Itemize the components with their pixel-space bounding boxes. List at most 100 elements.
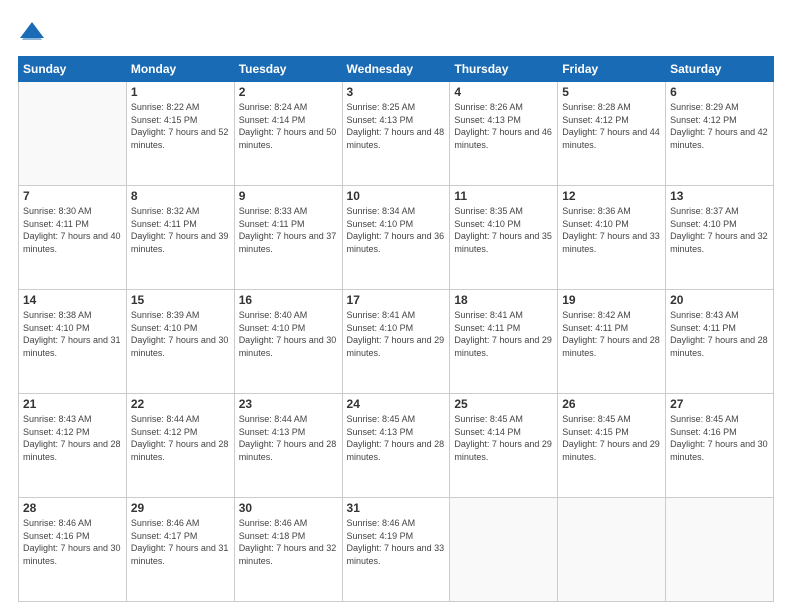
sunrise-text: Sunrise: 8:37 AM <box>670 205 769 218</box>
daylight-text: Daylight: 7 hours and 52 minutes. <box>131 126 230 151</box>
sunset-text: Sunset: 4:10 PM <box>131 322 230 335</box>
sunset-text: Sunset: 4:12 PM <box>23 426 122 439</box>
day-info: Sunrise: 8:34 AMSunset: 4:10 PMDaylight:… <box>347 205 446 255</box>
sunset-text: Sunset: 4:11 PM <box>239 218 338 231</box>
calendar-cell: 17Sunrise: 8:41 AMSunset: 4:10 PMDayligh… <box>342 290 450 394</box>
daylight-text: Daylight: 7 hours and 30 minutes. <box>23 542 122 567</box>
week-row-1: 7Sunrise: 8:30 AMSunset: 4:11 PMDaylight… <box>19 186 774 290</box>
sunset-text: Sunset: 4:13 PM <box>347 426 446 439</box>
day-info: Sunrise: 8:41 AMSunset: 4:11 PMDaylight:… <box>454 309 553 359</box>
day-number: 16 <box>239 293 338 307</box>
sunrise-text: Sunrise: 8:35 AM <box>454 205 553 218</box>
calendar-cell: 4 Sunrise: 8:26 AMSunset: 4:13 PMDaylight… <box>450 82 558 186</box>
day-number: 3 <box>347 85 446 99</box>
day-number: 29 <box>131 501 230 515</box>
calendar-cell <box>19 82 127 186</box>
calendar-cell: 23Sunrise: 8:44 AMSunset: 4:13 PMDayligh… <box>234 394 342 498</box>
daylight-text: Daylight: 7 hours and 28 minutes. <box>562 334 661 359</box>
calendar-cell: 30 Sunrise: 8:46 AMSunset: 4:18 PMDayligh… <box>234 498 342 602</box>
daylight-text: Daylight: 7 hours and 46 minutes. <box>454 126 553 151</box>
sunset-text: Sunset: 4:12 PM <box>131 426 230 439</box>
calendar-cell: 13 Sunrise: 8:37 AMSunset: 4:10 PMDayligh… <box>666 186 774 290</box>
calendar-cell: 27Sunrise: 8:45 AMSunset: 4:16 PMDayligh… <box>666 394 774 498</box>
sunset-text: Sunset: 4:10 PM <box>347 218 446 231</box>
day-info: Sunrise: 8:44 AMSunset: 4:13 PMDaylight:… <box>239 413 338 463</box>
day-number: 8 <box>131 189 230 203</box>
day-number: 19 <box>562 293 661 307</box>
day-number: 13 <box>670 189 769 203</box>
calendar-cell: 5Sunrise: 8:28 AMSunset: 4:12 PMDaylight… <box>558 82 666 186</box>
day-info: Sunrise: 8:30 AMSunset: 4:11 PMDaylight:… <box>23 205 122 255</box>
day-number: 31 <box>347 501 446 515</box>
day-number: 5 <box>562 85 661 99</box>
day-info: Sunrise: 8:22 AMSunset: 4:15 PMDaylight:… <box>131 101 230 151</box>
header-day-friday: Friday <box>558 57 666 82</box>
daylight-text: Daylight: 7 hours and 28 minutes. <box>131 438 230 463</box>
sunrise-text: Sunrise: 8:24 AM <box>239 101 338 114</box>
day-info: Sunrise: 8:46 AMSunset: 4:17 PMDaylight:… <box>131 517 230 567</box>
daylight-text: Daylight: 7 hours and 28 minutes. <box>670 334 769 359</box>
day-info: Sunrise: 8:39 AMSunset: 4:10 PMDaylight:… <box>131 309 230 359</box>
daylight-text: Daylight: 7 hours and 31 minutes. <box>23 334 122 359</box>
daylight-text: Daylight: 7 hours and 33 minutes. <box>347 542 446 567</box>
day-info: Sunrise: 8:46 AMSunset: 4:18 PMDaylight:… <box>239 517 338 567</box>
header-row: SundayMondayTuesdayWednesdayThursdayFrid… <box>19 57 774 82</box>
sunset-text: Sunset: 4:16 PM <box>670 426 769 439</box>
day-info: Sunrise: 8:29 AMSunset: 4:12 PMDaylight:… <box>670 101 769 151</box>
daylight-text: Daylight: 7 hours and 28 minutes. <box>239 438 338 463</box>
day-info: Sunrise: 8:37 AMSunset: 4:10 PMDaylight:… <box>670 205 769 255</box>
sunrise-text: Sunrise: 8:45 AM <box>670 413 769 426</box>
header <box>18 18 774 46</box>
logo-icon <box>18 18 46 46</box>
calendar-cell: 1Sunrise: 8:22 AMSunset: 4:15 PMDaylight… <box>126 82 234 186</box>
week-row-2: 14Sunrise: 8:38 AMSunset: 4:10 PMDayligh… <box>19 290 774 394</box>
day-number: 28 <box>23 501 122 515</box>
day-number: 26 <box>562 397 661 411</box>
sunset-text: Sunset: 4:15 PM <box>562 426 661 439</box>
sunset-text: Sunset: 4:12 PM <box>670 114 769 127</box>
day-info: Sunrise: 8:44 AMSunset: 4:12 PMDaylight:… <box>131 413 230 463</box>
day-info: Sunrise: 8:25 AMSunset: 4:13 PMDaylight:… <box>347 101 446 151</box>
daylight-text: Daylight: 7 hours and 28 minutes. <box>23 438 122 463</box>
daylight-text: Daylight: 7 hours and 30 minutes. <box>131 334 230 359</box>
calendar-cell: 26 Sunrise: 8:45 AMSunset: 4:15 PMDayligh… <box>558 394 666 498</box>
sunset-text: Sunset: 4:19 PM <box>347 530 446 543</box>
sunset-text: Sunset: 4:14 PM <box>239 114 338 127</box>
sunrise-text: Sunrise: 8:34 AM <box>347 205 446 218</box>
daylight-text: Daylight: 7 hours and 48 minutes. <box>347 126 446 151</box>
sunset-text: Sunset: 4:11 PM <box>562 322 661 335</box>
day-info: Sunrise: 8:43 AMSunset: 4:11 PMDaylight:… <box>670 309 769 359</box>
day-info: Sunrise: 8:41 AMSunset: 4:10 PMDaylight:… <box>347 309 446 359</box>
day-number: 10 <box>347 189 446 203</box>
daylight-text: Daylight: 7 hours and 29 minutes. <box>454 334 553 359</box>
header-day-thursday: Thursday <box>450 57 558 82</box>
calendar-cell: 12Sunrise: 8:36 AMSunset: 4:10 PMDayligh… <box>558 186 666 290</box>
day-number: 25 <box>454 397 553 411</box>
week-row-4: 28Sunrise: 8:46 AMSunset: 4:16 PMDayligh… <box>19 498 774 602</box>
daylight-text: Daylight: 7 hours and 31 minutes. <box>131 542 230 567</box>
sunset-text: Sunset: 4:10 PM <box>454 218 553 231</box>
day-number: 4 <box>454 85 553 99</box>
calendar-cell: 19Sunrise: 8:42 AMSunset: 4:11 PMDayligh… <box>558 290 666 394</box>
calendar-cell: 24Sunrise: 8:45 AMSunset: 4:13 PMDayligh… <box>342 394 450 498</box>
sunrise-text: Sunrise: 8:44 AM <box>131 413 230 426</box>
calendar-cell: 18Sunrise: 8:41 AMSunset: 4:11 PMDayligh… <box>450 290 558 394</box>
sunrise-text: Sunrise: 8:25 AM <box>347 101 446 114</box>
daylight-text: Daylight: 7 hours and 39 minutes. <box>131 230 230 255</box>
calendar-cell: 29 Sunrise: 8:46 AMSunset: 4:17 PMDayligh… <box>126 498 234 602</box>
day-info: Sunrise: 8:45 AMSunset: 4:15 PMDaylight:… <box>562 413 661 463</box>
daylight-text: Daylight: 7 hours and 29 minutes. <box>454 438 553 463</box>
sunset-text: Sunset: 4:16 PM <box>23 530 122 543</box>
calendar-cell <box>558 498 666 602</box>
sunset-text: Sunset: 4:15 PM <box>131 114 230 127</box>
day-number: 22 <box>131 397 230 411</box>
sunset-text: Sunset: 4:11 PM <box>454 322 553 335</box>
day-number: 30 <box>239 501 338 515</box>
header-day-wednesday: Wednesday <box>342 57 450 82</box>
sunrise-text: Sunrise: 8:43 AM <box>23 413 122 426</box>
sunset-text: Sunset: 4:14 PM <box>454 426 553 439</box>
calendar-cell: 9Sunrise: 8:33 AMSunset: 4:11 PMDaylight… <box>234 186 342 290</box>
sunrise-text: Sunrise: 8:45 AM <box>347 413 446 426</box>
day-info: Sunrise: 8:26 AMSunset: 4:13 PMDaylight:… <box>454 101 553 151</box>
sunrise-text: Sunrise: 8:46 AM <box>131 517 230 530</box>
